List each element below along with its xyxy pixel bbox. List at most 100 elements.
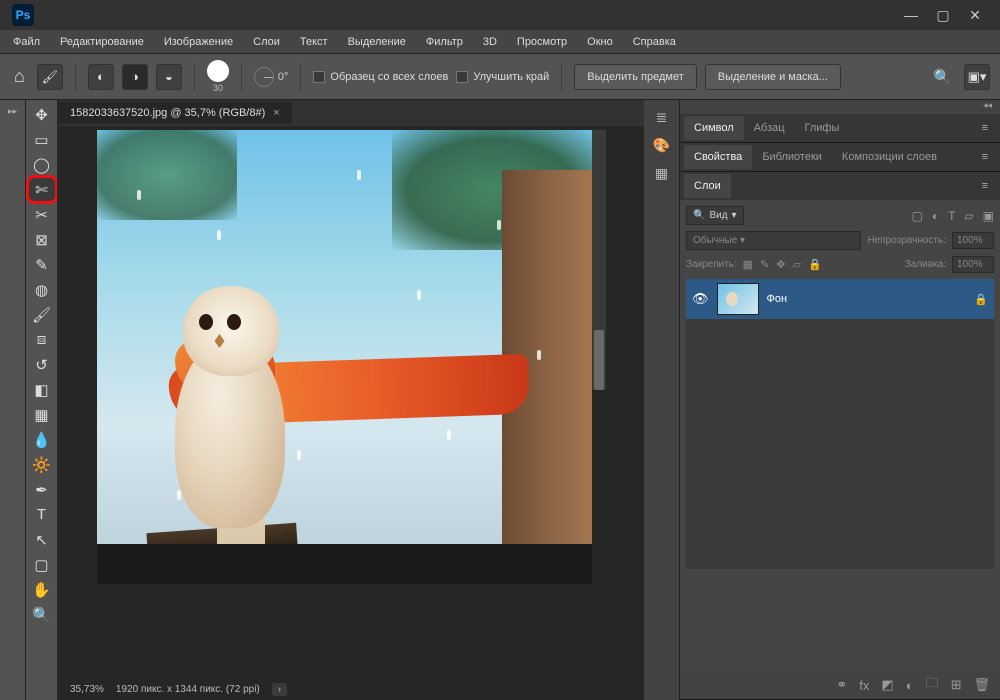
brush-preview[interactable]: 30 [207, 60, 229, 93]
blend-mode-select[interactable]: Обычные ▾ [686, 231, 861, 250]
filter-type-icon[interactable]: T [948, 209, 955, 223]
statusbar: 35,73% 1920 пикс. x 1344 пикс. (72 ppi) … [58, 678, 644, 700]
group-icon[interactable]: 🗀 [926, 674, 939, 696]
layer-mask-icon[interactable]: ◩ [881, 677, 893, 693]
menu-view[interactable]: Просмотр [508, 32, 576, 52]
lock-position-icon[interactable]: ✥ [776, 258, 785, 271]
eyedropper-tool[interactable]: ✎ [28, 252, 56, 277]
new-selection-icon[interactable]: ◐ [88, 64, 114, 90]
frame-tool[interactable]: ⊠ [28, 227, 56, 252]
blur-tool[interactable]: 💧 [28, 427, 56, 452]
expand-dock-icon[interactable]: ▸▸ [6, 104, 19, 119]
panel-collapse-icon[interactable]: ◂◂ [680, 100, 1000, 114]
menu-3d[interactable]: 3D [474, 32, 506, 52]
quick-selection-tool[interactable]: ✄ [28, 177, 56, 202]
filter-smart-icon[interactable]: ▣ [983, 209, 994, 223]
opacity-input[interactable]: 100% [952, 232, 994, 249]
lock-label: Закрепить: [686, 259, 737, 270]
fill-input[interactable]: 100% [952, 256, 994, 273]
swatches-panel-icon[interactable]: ▦ [650, 162, 674, 184]
menu-select[interactable]: Выделение [339, 32, 415, 52]
sample-all-layers-checkbox[interactable]: Образец со всех слоев [313, 71, 448, 83]
tab-properties[interactable]: Свойства [684, 145, 752, 169]
adjustment-layer-icon[interactable]: ◐ [906, 678, 914, 693]
search-icon[interactable]: 🔍 [933, 68, 952, 86]
lock-all-icon[interactable]: 🔒 [808, 258, 822, 271]
menu-file[interactable]: Файл [4, 32, 49, 52]
move-tool[interactable]: ✥ [28, 102, 56, 127]
layer-name[interactable]: Фон [767, 293, 788, 305]
new-layer-icon[interactable]: ⊞ [951, 677, 962, 693]
close-button[interactable]: ✕ [968, 8, 982, 22]
close-tab-icon[interactable]: × [273, 107, 279, 119]
panel-menu-icon[interactable]: ≡ [974, 118, 996, 138]
history-brush-tool[interactable]: ↺ [28, 352, 56, 377]
menu-text[interactable]: Текст [291, 32, 337, 52]
menu-image[interactable]: Изображение [155, 32, 242, 52]
layer-fx-icon[interactable]: fx [859, 678, 869, 693]
dodge-tool[interactable]: 🔆 [28, 452, 56, 477]
home-icon[interactable]: ⌂ [10, 62, 29, 91]
subtract-selection-icon[interactable]: ◒ [156, 64, 182, 90]
menu-filter[interactable]: Фильтр [417, 32, 472, 52]
minimize-button[interactable]: — [904, 8, 918, 22]
hand-tool[interactable]: ✋ [28, 577, 56, 602]
delete-layer-icon[interactable]: 🗑 [973, 677, 990, 693]
zoom-level[interactable]: 35,73% [70, 684, 104, 695]
tab-layers[interactable]: Слои [684, 174, 731, 198]
lasso-tool[interactable]: ◯ [28, 152, 56, 177]
panel-menu-icon[interactable]: ≡ [974, 147, 996, 167]
enhance-edge-checkbox[interactable]: Улучшить край [456, 71, 549, 83]
layer-list: 👁 Фон 🔒 [686, 279, 994, 569]
tab-character[interactable]: Символ [684, 116, 744, 140]
filter-adjustment-icon[interactable]: ◐ [932, 209, 939, 223]
marquee-tool[interactable]: ▭ [28, 127, 56, 152]
link-layers-icon[interactable]: ⚭ [836, 677, 847, 693]
layer-thumbnail[interactable] [717, 283, 759, 315]
color-panel-icon[interactable]: 🎨 [650, 134, 674, 156]
menu-help[interactable]: Справка [624, 32, 685, 52]
tool-preset-icon[interactable]: 🖌 [37, 64, 63, 90]
type-tool[interactable]: T [28, 502, 56, 527]
panels-area: ≣ 🎨 ▦ ◂◂ Символ Абзац Глифы ≡ Свойства Б… [644, 100, 1000, 700]
canvas-viewport[interactable] [58, 126, 644, 678]
menu-window[interactable]: Окно [578, 32, 622, 52]
tab-libraries[interactable]: Библиотеки [752, 145, 832, 169]
tab-paragraph[interactable]: Абзац [744, 116, 795, 140]
zoom-tool[interactable]: 🔍 [28, 602, 56, 627]
tab-glyphs[interactable]: Глифы [795, 116, 850, 140]
lock-brush-icon[interactable]: ✎ [760, 258, 769, 271]
lock-pixels-icon[interactable]: ▦ [743, 258, 753, 271]
document-tab[interactable]: 1582033637520.jpg @ 35,7% (RGB/8#) × [58, 102, 292, 124]
layer-item[interactable]: 👁 Фон 🔒 [686, 279, 994, 319]
rectangle-tool[interactable]: ▢ [28, 552, 56, 577]
lock-icon[interactable]: 🔒 [974, 293, 988, 306]
select-and-mask-button[interactable]: Выделение и маска... [705, 64, 841, 90]
menu-edit[interactable]: Редактирование [51, 32, 153, 52]
visibility-icon[interactable]: 👁 [692, 291, 709, 307]
angle-control[interactable]: 0° [254, 67, 289, 87]
eraser-tool[interactable]: ◧ [28, 377, 56, 402]
brush-tool[interactable]: 🖌 [28, 302, 56, 327]
filter-shape-icon[interactable]: ▱ [964, 209, 973, 223]
workspace-switcher-icon[interactable]: ▣▾ [964, 64, 990, 90]
select-subject-button[interactable]: Выделить предмет [574, 64, 697, 90]
clone-stamp-tool[interactable]: ⧈ [28, 327, 56, 352]
add-selection-icon[interactable]: ◑ [122, 64, 148, 90]
filter-pixel-icon[interactable]: ▢ [911, 209, 922, 223]
brushes-panel-icon[interactable]: ≣ [650, 106, 674, 128]
layer-filter-select[interactable]: 🔍 Вид ▾ [686, 206, 744, 225]
crop-tool[interactable]: ✂ [28, 202, 56, 227]
lock-artboard-icon[interactable]: ▱ [793, 258, 801, 271]
menu-layers[interactable]: Слои [244, 32, 289, 52]
healing-brush-tool[interactable]: ◍ [28, 277, 56, 302]
statusbar-chevron-icon[interactable]: › [272, 683, 287, 696]
canvas-image[interactable] [97, 130, 592, 584]
panel-menu-icon[interactable]: ≡ [974, 176, 996, 196]
tab-layer-comps[interactable]: Композиции слоев [832, 145, 947, 169]
vertical-scrollbar[interactable] [592, 130, 606, 390]
maximize-button[interactable]: ▢ [936, 8, 950, 22]
gradient-tool[interactable]: ▦ [28, 402, 56, 427]
path-selection-tool[interactable]: ↖ [28, 527, 56, 552]
pen-tool[interactable]: ✒ [28, 477, 56, 502]
